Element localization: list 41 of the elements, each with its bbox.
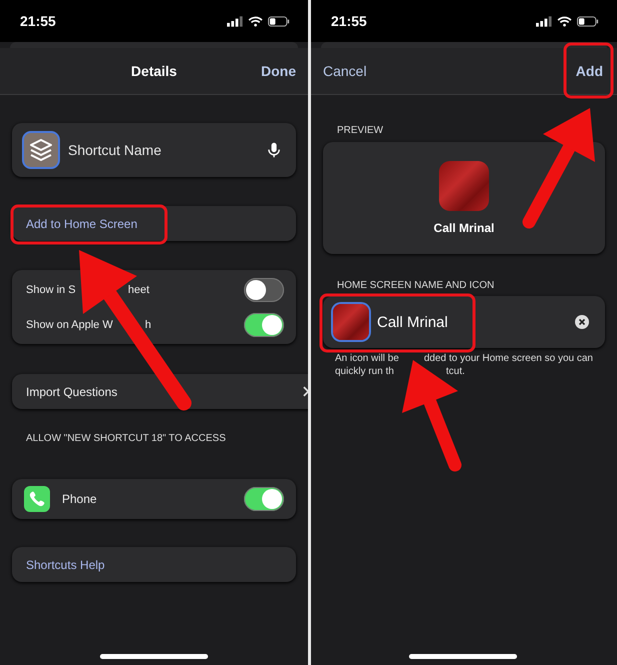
toggle-label: Show in S <box>26 284 77 296</box>
phone-icon <box>24 486 50 512</box>
add-to-home-screen-button[interactable]: Add to Home Screen <box>12 206 296 241</box>
caption-text: tcut. <box>446 365 465 378</box>
highlight-frame <box>564 42 614 98</box>
screen-title: Details <box>131 63 177 79</box>
caption-text: quickly run th <box>335 365 394 378</box>
toggle-label: h <box>145 318 152 330</box>
toggle-label: Show on Apple W <box>26 318 114 330</box>
status-time: 21:55 <box>20 13 56 29</box>
battery-icon <box>268 16 290 26</box>
section-header: HOME SCREEN NAME AND ICON <box>336 280 496 291</box>
shortcuts-help-button[interactable]: Shortcuts Help <box>12 547 296 582</box>
home-screen-name-field[interactable]: Call Mrinal <box>323 296 605 348</box>
clear-icon[interactable] <box>575 315 589 329</box>
section-header: ALLOW "NEW SHORTCUT 18" TO ACCESS <box>25 433 227 444</box>
toggle-switch[interactable] <box>244 278 284 302</box>
app-icon-image <box>333 304 369 340</box>
import-questions-row[interactable]: Import Questions <box>12 374 308 409</box>
permission-label: Phone <box>62 492 98 506</box>
wifi-icon <box>248 16 263 26</box>
toggle-switch[interactable] <box>244 312 284 336</box>
battery-icon <box>577 16 599 26</box>
app-icon-label: Call Mrinal <box>434 221 494 235</box>
app-icon-image <box>439 161 489 211</box>
layers-icon <box>22 131 60 169</box>
status-time: 21:55 <box>331 13 367 29</box>
toggle-switch[interactable] <box>244 487 284 511</box>
caption-text: An icon will be <box>335 352 399 365</box>
add-button[interactable]: Add <box>574 59 605 83</box>
wifi-icon <box>557 16 572 26</box>
signal-icon <box>536 16 552 26</box>
cancel-button[interactable]: Cancel <box>321 59 369 83</box>
toggle-label: heet <box>128 284 150 296</box>
microphone-icon[interactable] <box>268 142 280 158</box>
signal-icon <box>227 16 243 26</box>
chevron-icon <box>303 386 308 397</box>
shortcut-name-field[interactable]: Shortcut Name <box>12 123 296 177</box>
caption-text: dded to your Home screen so you can <box>424 352 593 365</box>
section-header: PREVIEW <box>336 125 384 136</box>
done-button[interactable]: Done <box>259 59 298 83</box>
